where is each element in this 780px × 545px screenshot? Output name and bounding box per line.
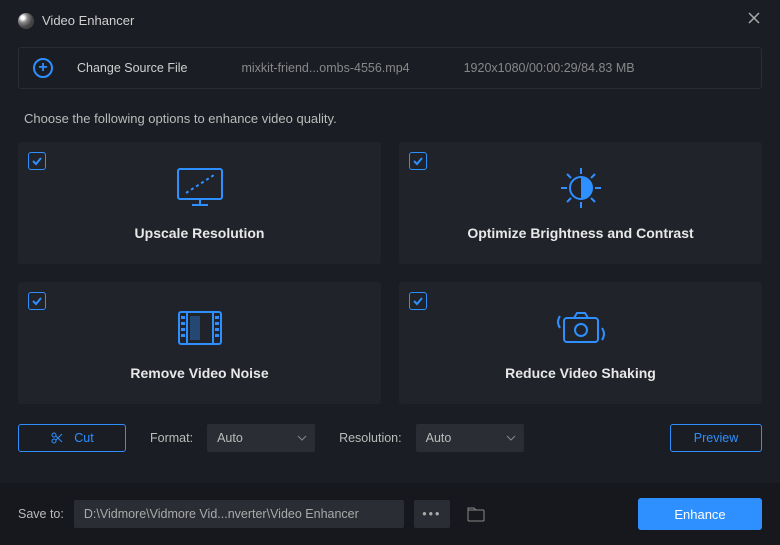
filmstrip-icon: [175, 305, 225, 351]
enhance-button[interactable]: Enhance: [638, 498, 762, 530]
palette-icon: [18, 13, 34, 29]
scissors-icon: [50, 431, 64, 445]
option-optimize-brightness[interactable]: Optimize Brightness and Contrast: [399, 142, 762, 264]
enhance-label: Enhance: [674, 507, 725, 522]
titlebar-left: Video Enhancer: [18, 13, 134, 29]
chevron-down-icon: [506, 435, 516, 441]
window-title: Video Enhancer: [42, 13, 134, 28]
camera-shake-icon: [554, 305, 608, 351]
option-label: Reduce Video Shaking: [505, 365, 656, 381]
controls-row: Cut Format: Auto Resolution: Auto Previe…: [18, 424, 762, 452]
resolution-label: Resolution:: [339, 431, 402, 445]
resolution-dropdown[interactable]: Auto: [416, 424, 524, 452]
checkbox-brightness[interactable]: [409, 152, 427, 170]
dots-icon: •••: [422, 507, 441, 521]
option-label: Upscale Resolution: [135, 225, 265, 241]
format-label: Format:: [150, 431, 193, 445]
folder-icon: [467, 506, 485, 522]
checkbox-shaking[interactable]: [409, 292, 427, 310]
instruction-text: Choose the following options to enhance …: [24, 111, 756, 126]
footer: Save to: D:\Vidmore\Vidmore Vid...nverte…: [0, 483, 780, 545]
format-value: Auto: [217, 431, 243, 445]
brightness-icon: [558, 165, 604, 211]
check-icon: [31, 155, 43, 167]
option-remove-noise[interactable]: Remove Video Noise: [18, 282, 381, 404]
source-info: 1920x1080/00:00:29/84.83 MB: [464, 61, 635, 75]
check-icon: [412, 155, 424, 167]
cut-button[interactable]: Cut: [18, 424, 126, 452]
close-icon: [746, 10, 762, 26]
monitor-icon: [172, 165, 228, 211]
chevron-down-icon: [297, 435, 307, 441]
source-row: + Change Source File mixkit-friend...omb…: [18, 47, 762, 89]
checkbox-noise[interactable]: [28, 292, 46, 310]
option-label: Optimize Brightness and Contrast: [467, 225, 693, 241]
preview-button[interactable]: Preview: [670, 424, 762, 452]
resolution-value: Auto: [426, 431, 452, 445]
options-grid: Upscale Resolution Optimize Brightness a…: [18, 142, 762, 404]
open-folder-button[interactable]: [460, 500, 492, 528]
option-label: Remove Video Noise: [130, 365, 268, 381]
saveto-label: Save to:: [18, 507, 64, 521]
titlebar: Video Enhancer: [0, 0, 780, 39]
check-icon: [412, 295, 424, 307]
source-filename: mixkit-friend...ombs-4556.mp4: [241, 61, 409, 75]
plus-icon[interactable]: +: [33, 58, 53, 78]
cut-label: Cut: [74, 431, 93, 445]
check-icon: [31, 295, 43, 307]
save-path-field[interactable]: D:\Vidmore\Vidmore Vid...nverter\Video E…: [74, 500, 404, 528]
option-reduce-shaking[interactable]: Reduce Video Shaking: [399, 282, 762, 404]
close-button[interactable]: [746, 10, 762, 31]
checkbox-upscale[interactable]: [28, 152, 46, 170]
preview-label: Preview: [694, 431, 738, 445]
browse-button[interactable]: •••: [414, 500, 450, 528]
save-path-text: D:\Vidmore\Vidmore Vid...nverter\Video E…: [84, 507, 359, 521]
option-upscale-resolution[interactable]: Upscale Resolution: [18, 142, 381, 264]
format-dropdown[interactable]: Auto: [207, 424, 315, 452]
change-source-link[interactable]: Change Source File: [77, 61, 187, 75]
